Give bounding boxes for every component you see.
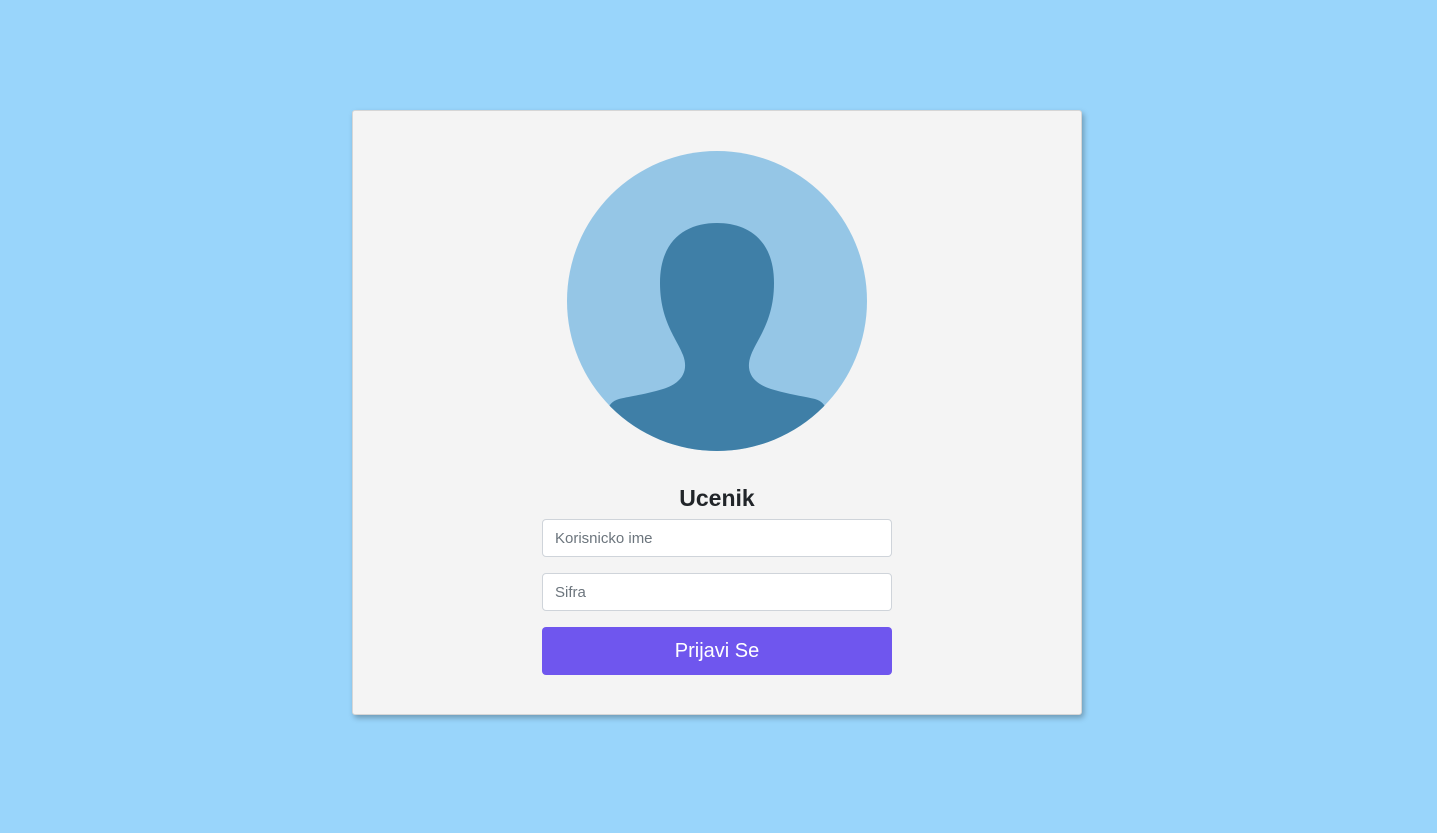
- login-card: Ucenik Prijavi Se: [352, 110, 1082, 715]
- login-button[interactable]: Prijavi Se: [542, 627, 892, 675]
- login-title: Ucenik: [679, 485, 755, 511]
- user-silhouette-icon: [567, 151, 867, 451]
- password-input[interactable]: [542, 573, 892, 611]
- username-input[interactable]: [542, 519, 892, 557]
